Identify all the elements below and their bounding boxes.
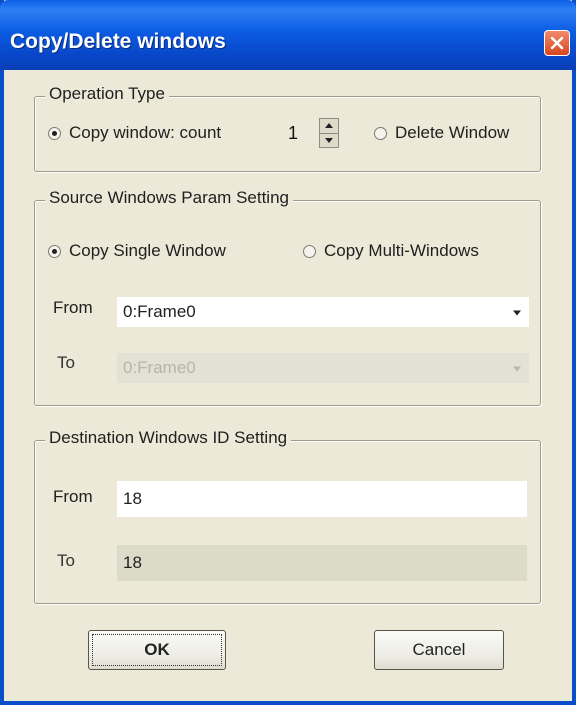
source-from-value: 0:Frame0: [123, 302, 196, 321]
delete-window-radio-indicator[interactable]: [374, 126, 387, 140]
destination-settings-group: Destination Windows ID Setting From 18 T…: [34, 428, 541, 604]
destination-to-label: To: [57, 551, 75, 570]
ok-button[interactable]: OK: [88, 630, 226, 670]
close-button[interactable]: [544, 30, 570, 56]
copy-count-value[interactable]: 1: [288, 123, 298, 144]
copy-window-radio[interactable]: Copy window: count: [48, 123, 221, 143]
copy-multi-windows-radio[interactable]: Copy Multi-Windows: [303, 241, 479, 261]
copy-window-radio-indicator[interactable]: [48, 126, 61, 140]
spin-up-button[interactable]: [320, 119, 338, 133]
source-to-value: 0:Frame0: [123, 358, 196, 377]
operation-type-legend: Operation Type: [45, 84, 169, 104]
count-spinner[interactable]: [319, 118, 339, 148]
cancel-button-label: Cancel: [412, 640, 466, 659]
window-title: Copy/Delete windows: [10, 30, 226, 53]
chevron-down-icon: [325, 137, 333, 143]
copy-single-window-radio[interactable]: Copy Single Window: [48, 241, 226, 261]
dropdown-arrow-icon: [513, 310, 521, 316]
cancel-button[interactable]: Cancel: [374, 630, 504, 670]
dropdown-arrow-icon: [513, 366, 521, 372]
ok-button-label: OK: [144, 640, 170, 659]
copy-window-label: Copy window: count: [69, 123, 222, 142]
source-to-select: 0:Frame0: [117, 353, 529, 383]
source-to-label: To: [57, 353, 75, 372]
source-from-label: From: [53, 298, 93, 317]
source-settings-legend: Source Windows Param Setting: [45, 188, 293, 208]
dialog-body: Operation Type Copy window: count 1 Dele…: [4, 70, 572, 701]
destination-from-label: From: [53, 487, 93, 506]
copy-single-window-label: Copy Single Window: [69, 241, 226, 260]
source-settings-group: Source Windows Param Setting Copy Single…: [34, 188, 541, 406]
source-from-select[interactable]: 0:Frame0: [117, 297, 529, 327]
destination-to-input: 18: [117, 545, 527, 581]
operation-type-group: Operation Type Copy window: count 1 Dele…: [34, 84, 541, 172]
chevron-up-icon: [325, 123, 333, 129]
delete-window-label: Delete Window: [395, 123, 510, 142]
delete-window-radio[interactable]: Delete Window: [374, 123, 509, 143]
close-icon: [550, 36, 564, 50]
copy-multi-windows-indicator[interactable]: [303, 244, 316, 258]
destination-to-value: 18: [123, 553, 142, 572]
destination-settings-legend: Destination Windows ID Setting: [45, 428, 292, 448]
destination-from-value: 18: [123, 489, 142, 508]
title-bar[interactable]: Copy/Delete windows: [0, 0, 576, 70]
copy-single-window-indicator[interactable]: [48, 244, 61, 258]
dialog-window: Copy/Delete windows Operation Type Copy …: [0, 0, 576, 705]
spin-down-button[interactable]: [320, 132, 338, 148]
copy-multi-windows-label: Copy Multi-Windows: [324, 241, 479, 260]
destination-from-input[interactable]: 18: [117, 481, 527, 517]
